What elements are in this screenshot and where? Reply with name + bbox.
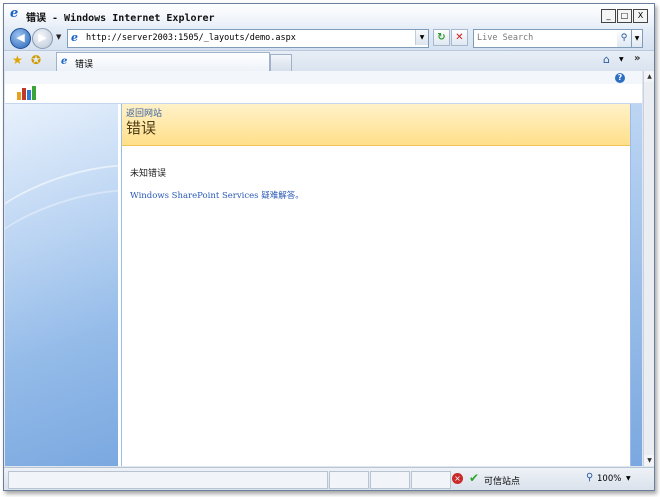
address-dropdown-icon[interactable]: ▼: [415, 30, 428, 45]
search-box[interactable]: Live Search: [473, 29, 619, 48]
forward-button[interactable]: ▶: [32, 28, 53, 49]
stop-button[interactable]: ✕: [451, 29, 468, 46]
close-button[interactable]: X: [633, 9, 648, 23]
maximize-button[interactable]: □: [617, 9, 632, 23]
minimize-button[interactable]: _: [601, 9, 616, 23]
page-title-banner: 返回网站 错误: [122, 104, 630, 146]
zoom-level[interactable]: 100%: [597, 474, 621, 484]
tab-page-icon: e: [61, 56, 68, 67]
home-icon[interactable]: ⌂: [603, 53, 610, 66]
favorites-star-icon[interactable]: ★: [12, 53, 23, 67]
scroll-down-icon[interactable]: ▼: [644, 455, 654, 466]
more-tools-chevron-icon[interactable]: »: [634, 53, 640, 64]
trusted-zone-check-icon: ✔: [469, 471, 480, 485]
page-icon: e: [71, 31, 78, 44]
security-zone-label[interactable]: 可信站点: [484, 474, 520, 487]
status-cell: [411, 471, 451, 489]
title-bar: e 错误 - Windows Internet Explorer _ □ X: [4, 4, 654, 26]
add-favorite-icon[interactable]: ✪: [31, 53, 41, 67]
home-dropdown-icon[interactable]: ▼: [619, 56, 624, 63]
sharepoint-logo-icon[interactable]: [17, 86, 36, 100]
vertical-scrollbar[interactable]: ▲ ▼: [643, 71, 654, 466]
zoom-dropdown-icon[interactable]: ▼: [626, 475, 631, 482]
page-viewport: ? 返回网站 错误 未知错误 Windows SharePoint Servic…: [5, 71, 642, 466]
left-panel: [5, 104, 118, 466]
tab-bar: ★ ✪ e 错误 ⌂ ▼ »: [4, 51, 654, 72]
status-text-cell: [8, 471, 328, 489]
help-bar: ?: [5, 71, 642, 84]
page-title: 错误: [126, 119, 157, 137]
right-panel: [631, 104, 642, 466]
status-cell: [370, 471, 410, 489]
ie-logo-icon: e: [10, 6, 19, 21]
popup-blocked-icon[interactable]: ×: [452, 473, 463, 484]
zoom-magnifier-icon[interactable]: ⚲: [586, 472, 593, 483]
search-placeholder: Live Search: [477, 33, 534, 43]
window-title: 错误 - Windows Internet Explorer: [26, 13, 215, 24]
search-icon[interactable]: ⚲: [617, 29, 632, 48]
search-options-chevron-icon[interactable]: ▼: [632, 29, 643, 48]
new-tab-button[interactable]: [270, 54, 292, 72]
site-logo-bar: [5, 84, 642, 104]
address-input[interactable]: http://server2003:1505/_layouts/demo.asp…: [86, 33, 296, 43]
troubleshooting-link[interactable]: Windows SharePoint Services 疑难解答。: [130, 189, 304, 201]
back-button[interactable]: ◀: [10, 28, 31, 49]
error-message: 未知错误: [130, 169, 167, 179]
status-cell: [329, 471, 369, 489]
tab-label: 错误: [75, 60, 94, 70]
ie-window: e 错误 - Windows Internet Explorer _ □ X ◀…: [3, 3, 655, 491]
help-icon[interactable]: ?: [615, 73, 625, 83]
scroll-up-icon[interactable]: ▲: [644, 71, 654, 82]
address-bar[interactable]: e http://server2003:1505/_layouts/demo.a…: [67, 29, 429, 48]
content-area: 返回网站 错误 未知错误 Windows SharePoint Services…: [121, 104, 631, 466]
refresh-button[interactable]: ↻: [433, 29, 450, 46]
tab-error[interactable]: e 错误: [56, 52, 270, 71]
recent-pages-chevron-icon[interactable]: ▼: [56, 33, 61, 41]
status-bar: × ✔ 可信站点 ⚲ 100% ▼: [4, 467, 654, 490]
window-controls: _ □ X: [600, 9, 648, 23]
navigation-bar: ◀ ▶ ▼ e http://server2003:1505/_layouts/…: [4, 26, 654, 51]
